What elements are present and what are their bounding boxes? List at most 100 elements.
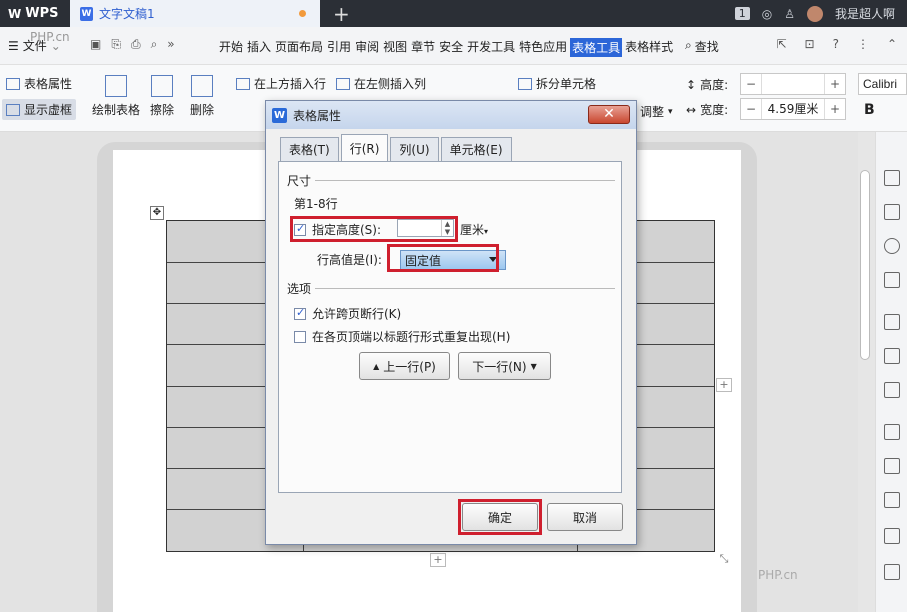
tab-references[interactable]: 引用	[326, 38, 352, 57]
tab-table[interactable]: 表格(T)	[280, 137, 339, 161]
user-name[interactable]: 我是超人啊	[835, 5, 895, 22]
chevron-down-icon: ▾	[484, 227, 489, 236]
delete-button[interactable]: 删除	[190, 75, 214, 118]
resize-table-icon[interactable]: ⤡	[716, 553, 732, 567]
archive-icon[interactable]	[884, 528, 900, 544]
allow-break-checkbox[interactable]: 允许跨页断行(K)	[294, 305, 401, 322]
font-value: Calibri	[863, 77, 898, 91]
more-icon[interactable]: »	[167, 37, 174, 52]
picture-icon[interactable]	[884, 564, 900, 580]
prev-row-button[interactable]: ▲ 上一行(P)	[359, 352, 450, 380]
avatar[interactable]	[806, 5, 823, 22]
cancel-button[interactable]: 取消	[547, 503, 623, 531]
close-button[interactable]: ✕	[588, 105, 630, 124]
crop-icon[interactable]	[884, 348, 900, 364]
insert-row-above-icon	[236, 77, 250, 90]
add-column-button[interactable]: +	[716, 378, 732, 392]
arrow-up-icon: ▲	[373, 361, 380, 371]
dialog-title-bar[interactable]: W 表格属性 ✕	[266, 101, 636, 129]
draw-table-label: 绘制表格	[92, 103, 141, 117]
row-height-icon: ↕	[686, 77, 697, 92]
insert-col-left-button[interactable]: 在左侧插入列	[336, 75, 426, 92]
decrement-width-button[interactable]: −	[741, 102, 761, 116]
share-icon[interactable]: ⇱	[776, 37, 786, 51]
share-out-icon[interactable]	[884, 458, 900, 474]
font-select[interactable]: Calibri	[858, 73, 907, 95]
table-move-handle[interactable]: ✥	[150, 206, 164, 220]
document-tab-label: 文字文稿1	[99, 7, 155, 21]
translate-icon[interactable]	[884, 492, 900, 508]
collapse-ribbon-icon[interactable]: ⌃	[887, 37, 897, 51]
show-gridlines-button[interactable]: 显示虚框	[2, 99, 77, 120]
table-icon[interactable]	[884, 314, 900, 330]
adjust-button[interactable]: 调整 ▾	[640, 103, 673, 120]
split-cell-button[interactable]: 拆分单元格	[518, 75, 596, 92]
height-field[interactable]: − +	[740, 73, 846, 95]
save-icon[interactable]: ▣	[90, 37, 101, 52]
checkbox-repeat-header[interactable]	[294, 331, 306, 343]
export-icon[interactable]: ⎘	[111, 37, 121, 52]
table-properties-button[interactable]: 表格属性	[6, 75, 72, 92]
shapes-icon[interactable]	[884, 238, 900, 254]
tab-page-layout[interactable]: 页面布局	[274, 38, 324, 57]
width-field[interactable]: − 4.59厘米 +	[740, 98, 846, 120]
next-row-label: 下一行(N)	[472, 359, 527, 374]
tab-developer[interactable]: 开发工具	[466, 38, 516, 57]
vertical-scrollbar[interactable]	[860, 170, 870, 360]
more-vertical-icon[interactable]: ⋮	[857, 37, 869, 51]
skin-icon[interactable]: ◎	[762, 7, 772, 21]
tab-row[interactable]: 行(R)	[340, 134, 389, 161]
draw-table-button[interactable]: 绘制表格	[92, 75, 140, 118]
decrement-height-button[interactable]: −	[741, 77, 761, 91]
table-properties-label: 表格属性	[24, 77, 73, 91]
checkbox-allow-break[interactable]	[294, 306, 306, 320]
tab-chapter[interactable]: 章节	[410, 38, 436, 57]
tab-security[interactable]: 安全	[438, 38, 464, 57]
tab-table-tools[interactable]: 表格工具	[570, 38, 623, 57]
quick-access: ▣ ⎘ ⎙ ⌕ »	[90, 37, 175, 52]
settings-sliders-icon[interactable]	[884, 382, 900, 398]
wps-logo-icon: W	[8, 6, 22, 21]
tab-column[interactable]: 列(U)	[390, 137, 439, 161]
tab-table-style[interactable]: 表格样式	[624, 38, 674, 57]
unit-select[interactable]: 厘米▾	[460, 221, 488, 238]
unit-label: 厘米	[460, 223, 485, 237]
help-icon[interactable]: ?	[833, 37, 839, 51]
style-icon[interactable]	[884, 272, 900, 288]
tab-insert[interactable]: 插入	[246, 38, 272, 57]
height-value[interactable]	[761, 74, 825, 94]
bold-button[interactable]: B	[864, 102, 875, 118]
repeat-header-label: 在各页顶端以标题行形式重复出现(H)	[312, 330, 511, 344]
add-row-button[interactable]: +	[430, 553, 446, 567]
wps-home-tab[interactable]: W WPS	[0, 0, 68, 27]
print-preview-icon[interactable]: ⌕	[151, 37, 158, 52]
tab-view[interactable]: 视图	[382, 38, 408, 57]
insert-row-above-button[interactable]: 在上方插入行	[236, 75, 326, 92]
width-value[interactable]: 4.59厘米	[761, 99, 825, 119]
search-button[interactable]: ⌕ 查找	[685, 38, 719, 55]
menu-bar: ☰ 文件 ⌄ ▣ ⎘ ⎙ ⌕ » 开始 插入 页面布局 引用 审阅 视图 章节 …	[0, 27, 907, 65]
highlight-row-height-mode	[387, 244, 499, 272]
new-tab-button[interactable]: +	[333, 2, 350, 26]
shirt-icon[interactable]: ♙	[784, 7, 795, 21]
delete-table-icon	[191, 75, 213, 97]
wps-logo-icon: W	[272, 107, 287, 123]
next-row-button[interactable]: 下一行(N) ▼	[458, 352, 551, 380]
tab-special[interactable]: 特色应用	[518, 38, 568, 57]
tab-review[interactable]: 审阅	[354, 38, 380, 57]
increment-height-button[interactable]: +	[825, 77, 845, 91]
window-count-badge[interactable]: 1	[734, 7, 750, 20]
tab-cell[interactable]: 单元格(E)	[440, 137, 512, 161]
image-gallery-icon[interactable]	[884, 424, 900, 440]
collab-icon[interactable]: ⊡	[805, 37, 815, 51]
document-tab[interactable]: W 文字文稿1	[70, 0, 320, 27]
increment-width-button[interactable]: +	[825, 102, 845, 116]
print-icon[interactable]: ⎙	[131, 37, 141, 52]
menu-tabs: 开始 插入 页面布局 引用 审阅 视图 章节 安全 开发工具 特色应用 表格工具…	[218, 38, 674, 57]
right-toolbar	[875, 132, 907, 612]
tab-home[interactable]: 开始	[218, 38, 244, 57]
repeat-header-checkbox[interactable]: 在各页顶端以标题行形式重复出现(H)	[294, 328, 510, 345]
select-cursor-icon[interactable]	[884, 204, 900, 220]
erase-button[interactable]: 擦除	[150, 75, 174, 118]
pen-icon[interactable]	[884, 170, 900, 186]
